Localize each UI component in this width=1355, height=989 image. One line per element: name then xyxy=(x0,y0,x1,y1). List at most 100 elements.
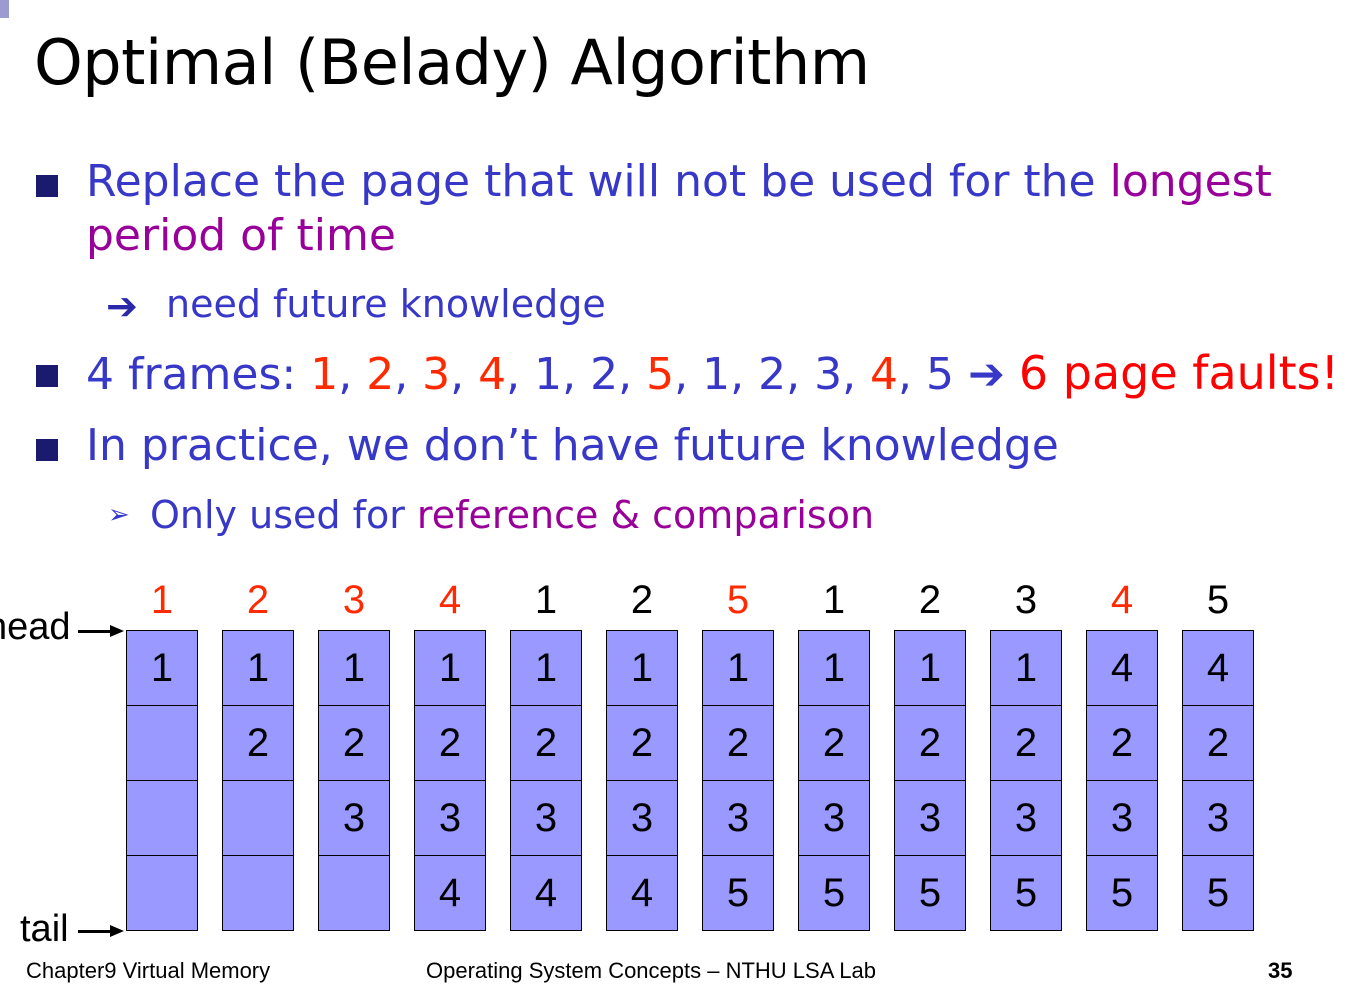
reference-item: 3 xyxy=(422,349,451,400)
frame-cell: 3 xyxy=(1086,780,1158,856)
frame-column: 1235 xyxy=(894,630,966,931)
page-number: 35 xyxy=(1268,958,1293,983)
tail-pointer-line xyxy=(78,930,112,933)
frame-cell: 3 xyxy=(894,780,966,856)
separator: , xyxy=(338,349,367,400)
frame-cell: 1 xyxy=(606,630,678,706)
frame-column: 1235 xyxy=(702,630,774,931)
frame-cell: 3 xyxy=(510,780,582,856)
frame-cell: 3 xyxy=(798,780,870,856)
frame-cell: 1 xyxy=(510,630,582,706)
frame-cell: 4 xyxy=(510,855,582,931)
frame-cell xyxy=(222,780,294,856)
sub-bullet-1: need future knowledge xyxy=(166,282,606,326)
frame-cell: 1 xyxy=(318,630,390,706)
bullet-square-3 xyxy=(36,439,58,461)
frame-cell: 5 xyxy=(702,855,774,931)
reference-item: 1 xyxy=(534,349,563,400)
reference-header: 4 xyxy=(1110,578,1134,622)
reference-item: 1 xyxy=(310,349,339,400)
frame-cell: 2 xyxy=(222,705,294,781)
sub-bullet-2-highlight: reference & comparison xyxy=(416,493,875,537)
frame-cell: 3 xyxy=(990,780,1062,856)
frame-cell: 1 xyxy=(702,630,774,706)
frame-cell: 5 xyxy=(1182,855,1254,931)
bullet-square-1 xyxy=(36,175,58,197)
bullet-2: 4 frames: 1, 2, 3, 4, 1, 2, 5, 1, 2, 3, … xyxy=(86,346,1339,400)
frame-column: 4235 xyxy=(1182,630,1254,931)
reference-header: 5 xyxy=(1206,578,1230,622)
frame-column: 1234 xyxy=(606,630,678,931)
tail-arrow-icon xyxy=(110,925,124,937)
tail-label: tail xyxy=(20,908,69,950)
frame-cell: 2 xyxy=(702,705,774,781)
frame-cell: 2 xyxy=(1182,705,1254,781)
bullet-1: Replace the page that will not be used f… xyxy=(86,156,1272,207)
frame-cell: 1 xyxy=(126,630,198,706)
head-label: head xyxy=(0,606,71,648)
triangle-bullet-icon: ➢ xyxy=(108,500,130,530)
frame-column: 4235 xyxy=(1086,630,1158,931)
frame-cell: 3 xyxy=(702,780,774,856)
footer-chapter: Chapter9 Virtual Memory xyxy=(26,958,271,983)
frame-column: 1235 xyxy=(990,630,1062,931)
separator: , xyxy=(730,349,759,400)
frame-cell: 5 xyxy=(990,855,1062,931)
separator: , xyxy=(506,349,535,400)
reference-item: 1 xyxy=(702,349,731,400)
page-faults-count: 6 page faults! xyxy=(1018,346,1340,400)
head-pointer-line xyxy=(78,630,112,633)
separator: , xyxy=(674,349,703,400)
frame-column: 1 xyxy=(126,630,198,931)
reference-item: 2 xyxy=(366,349,395,400)
bullet-3: In practice, we don’t have future knowle… xyxy=(86,420,1059,471)
bullet-square-2 xyxy=(36,365,58,387)
frame-cell: 4 xyxy=(414,855,486,931)
reference-header: 1 xyxy=(150,578,174,622)
frame-cell xyxy=(126,705,198,781)
reference-header: 1 xyxy=(822,578,846,622)
reference-header: 3 xyxy=(342,578,366,622)
frame-cell: 2 xyxy=(894,705,966,781)
frame-cell: 2 xyxy=(318,705,390,781)
reference-item: 5 xyxy=(646,349,675,400)
frame-column: 1234 xyxy=(414,630,486,931)
bullet-1-text: Replace the page that will not be used f… xyxy=(86,156,1110,207)
sub-bullet-2-text: Only used for xyxy=(150,493,417,537)
separator: , xyxy=(786,349,815,400)
sub-bullet-2: Only used for reference & comparison xyxy=(150,493,874,537)
footer-course: Operating System Concepts – NTHU LSA Lab xyxy=(426,958,876,983)
frame-cell xyxy=(318,855,390,931)
frame-cell: 1 xyxy=(414,630,486,706)
separator: , xyxy=(842,349,871,400)
bullet-1-line2: period of time xyxy=(86,210,396,261)
right-arrow-icon: ➔ xyxy=(954,349,1019,400)
frame-cell: 5 xyxy=(894,855,966,931)
reference-item: 4 xyxy=(478,349,507,400)
frame-cell: 5 xyxy=(798,855,870,931)
frame-cell: 1 xyxy=(990,630,1062,706)
frame-cell xyxy=(126,855,198,931)
reference-header: 2 xyxy=(630,578,654,622)
reference-header: 4 xyxy=(438,578,462,622)
frame-column: 1235 xyxy=(798,630,870,931)
corner-mark xyxy=(0,0,9,18)
frame-cell: 1 xyxy=(798,630,870,706)
separator: , xyxy=(898,349,927,400)
frame-cell: 4 xyxy=(1086,630,1158,706)
frame-cell: 3 xyxy=(1182,780,1254,856)
frame-cell: 2 xyxy=(1086,705,1158,781)
frame-cell: 2 xyxy=(510,705,582,781)
frame-cell: 2 xyxy=(798,705,870,781)
frame-cell: 2 xyxy=(990,705,1062,781)
frame-column: 123 xyxy=(318,630,390,931)
head-arrow-icon xyxy=(110,625,124,637)
frame-cell xyxy=(222,855,294,931)
reference-header: 3 xyxy=(1014,578,1038,622)
frame-cell: 3 xyxy=(414,780,486,856)
bullet-2-prefix: 4 frames: xyxy=(86,349,311,400)
frame-cell: 3 xyxy=(606,780,678,856)
reference-header: 1 xyxy=(534,578,558,622)
frame-cell: 4 xyxy=(606,855,678,931)
reference-header: 2 xyxy=(918,578,942,622)
